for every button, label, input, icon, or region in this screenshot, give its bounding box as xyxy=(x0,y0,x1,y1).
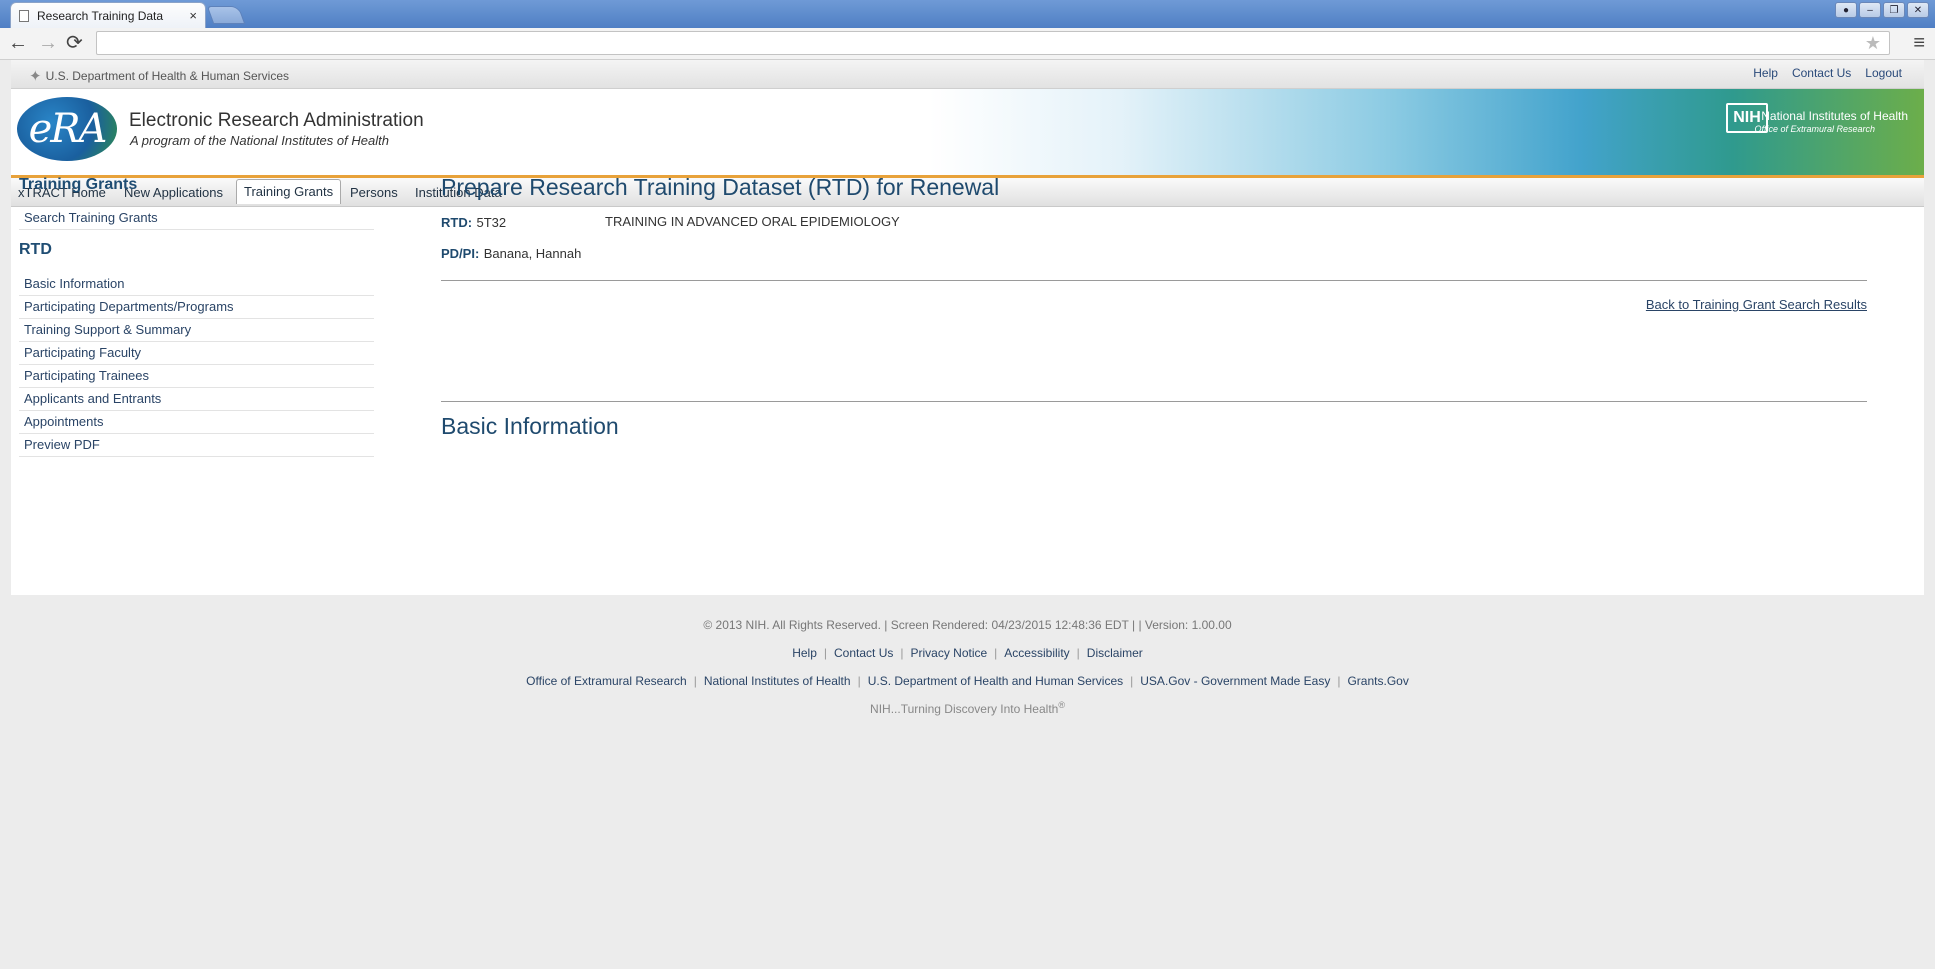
footer-nih-link[interactable]: National Institutes of Health xyxy=(704,674,851,688)
reload-icon[interactable]: ⟳ xyxy=(66,32,83,54)
era-subtitle: A program of the National Institutes of … xyxy=(130,133,389,148)
footer-separator: | xyxy=(1337,674,1341,688)
rtd-label: RTD: xyxy=(441,215,473,230)
tab-title: Research Training Data xyxy=(37,8,164,23)
footer-links-row1: Help | Contact Us | Privacy Notice | Accessibi… xyxy=(11,646,1924,660)
footer-separator: | xyxy=(857,674,861,688)
footer-copyright: © 2013 NIH. All Rights Reserved. | Scree… xyxy=(703,618,1232,632)
logout-link[interactable]: Logout xyxy=(1865,66,1902,80)
contact-us-link[interactable]: Contact Us xyxy=(1792,66,1851,80)
tab-close-icon[interactable]: × xyxy=(189,8,197,23)
sidebar-item-applicants-entrants[interactable]: Applicants and Entrants xyxy=(19,388,374,411)
sidebar-item-search-training-grants[interactable]: Search Training Grants xyxy=(19,207,374,230)
divider-top xyxy=(441,280,1867,281)
sidebar-item-training-support[interactable]: Training Support & Summary xyxy=(19,319,374,342)
hhs-link[interactable]: ✦ U.S. Department of Health & Human Serv… xyxy=(29,67,289,85)
new-tab-button[interactable] xyxy=(206,6,246,24)
footer-help-link[interactable]: Help xyxy=(792,646,817,660)
address-bar[interactable]: ★ xyxy=(96,31,1890,55)
restore-icon[interactable]: ❐ xyxy=(1883,2,1905,18)
nih-title: National Institutes of Health xyxy=(1761,109,1908,123)
browser-titlebar: Research Training Data × ● – ❐ ✕ xyxy=(0,0,1935,28)
user-icon[interactable]: ● xyxy=(1835,2,1857,18)
back-to-search-results-link[interactable]: Back to Training Grant Search Results xyxy=(1646,297,1867,312)
tagline-text: NIH...Turning Discovery Into Health xyxy=(870,702,1059,716)
footer-hhs-link[interactable]: U.S. Department of Health and Human Serv… xyxy=(868,674,1123,688)
pi-row: PD/PI: Banana, Hannah xyxy=(441,245,581,263)
sidebar-item-preview-pdf[interactable]: Preview PDF xyxy=(19,434,374,457)
forward-icon[interactable]: → xyxy=(38,32,58,54)
footer-separator: | xyxy=(823,646,827,660)
rtd-grant-title: TRAINING IN ADVANCED ORAL EPIDEMIOLOGY xyxy=(605,214,900,229)
pi-value: Banana, Hannah xyxy=(483,246,582,261)
rtd-row: RTD: 5T32 xyxy=(441,214,506,232)
footer-contact-link[interactable]: Contact Us xyxy=(834,646,893,660)
footer-separator: | xyxy=(900,646,904,660)
help-link[interactable]: Help xyxy=(1753,66,1778,80)
footer-tagline: NIH...Turning Discovery Into Health® xyxy=(11,700,1924,716)
side-navigation: Training Grants Search Training Grants R… xyxy=(19,176,374,457)
footer-accessibility-link[interactable]: Accessibility xyxy=(1004,646,1069,660)
close-window-icon[interactable]: ✕ xyxy=(1907,2,1929,18)
registered-mark: ® xyxy=(1058,700,1065,710)
header-banner: eRA Electronic Research Administration A… xyxy=(11,89,1924,175)
hhs-eagle-icon: ✦ xyxy=(29,68,42,85)
footer-oer-link[interactable]: Office of Extramural Research xyxy=(526,674,687,688)
sidebar-item-participating-trainees[interactable]: Participating Trainees xyxy=(19,365,374,388)
minimize-icon[interactable]: – xyxy=(1859,2,1881,18)
era-logo[interactable]: eRA xyxy=(17,97,117,161)
footer-separator: | xyxy=(1130,674,1134,688)
footer-links-row2: Office of Extramural Research | National I… xyxy=(11,674,1924,688)
hhs-bar: ✦ U.S. Department of Health & Human Serv… xyxy=(11,60,1924,89)
page-title: Prepare Research Training Dataset (RTD) … xyxy=(441,174,1000,200)
footer-usagov-link[interactable]: USA.Gov - Government Made Easy xyxy=(1140,674,1330,688)
sidebar-heading-rtd: RTD xyxy=(19,241,52,258)
footer-separator: | xyxy=(994,646,998,660)
sidebar-item-appointments[interactable]: Appointments xyxy=(19,411,374,434)
browser-toolbar: ← → ⟳ ★ ≡ xyxy=(0,28,1935,60)
footer-privacy-link[interactable]: Privacy Notice xyxy=(910,646,987,660)
rtd-value: 5T32 xyxy=(476,215,507,230)
pi-label: PD/PI: xyxy=(441,246,480,261)
sidebar-item-participating-departments[interactable]: Participating Departments/Programs xyxy=(19,296,374,319)
sidebar-heading-training-grants: Training Grants xyxy=(19,176,138,193)
page-icon xyxy=(19,9,29,22)
footer-separator: | xyxy=(1076,646,1080,660)
browser-tab[interactable]: Research Training Data × xyxy=(10,2,206,28)
window-controls: ● – ❐ ✕ xyxy=(1835,2,1929,18)
utility-links: Help Contact Us Logout xyxy=(1753,66,1902,80)
era-title: Electronic Research Administration xyxy=(129,110,424,131)
sidebar-item-participating-faculty[interactable]: Participating Faculty xyxy=(19,342,374,365)
bookmark-star-icon[interactable]: ★ xyxy=(1865,33,1881,54)
footer-grantsgov-link[interactable]: Grants.Gov xyxy=(1347,674,1408,688)
section-title: Basic Information xyxy=(441,413,619,439)
footer-separator: | xyxy=(693,674,697,688)
browser-menu-icon[interactable]: ≡ xyxy=(1913,32,1925,55)
footer: © 2013 NIH. All Rights Reserved. | Scree… xyxy=(11,612,1924,716)
divider-bottom xyxy=(441,401,1867,402)
nih-subtitle: Office of Extramural Research xyxy=(1754,124,1875,134)
back-icon[interactable]: ← xyxy=(8,32,28,54)
sidebar-item-basic-information[interactable]: Basic Information xyxy=(19,273,374,296)
hhs-label: U.S. Department of Health & Human Servic… xyxy=(45,69,290,83)
footer-disclaimer-link[interactable]: Disclaimer xyxy=(1087,646,1143,660)
